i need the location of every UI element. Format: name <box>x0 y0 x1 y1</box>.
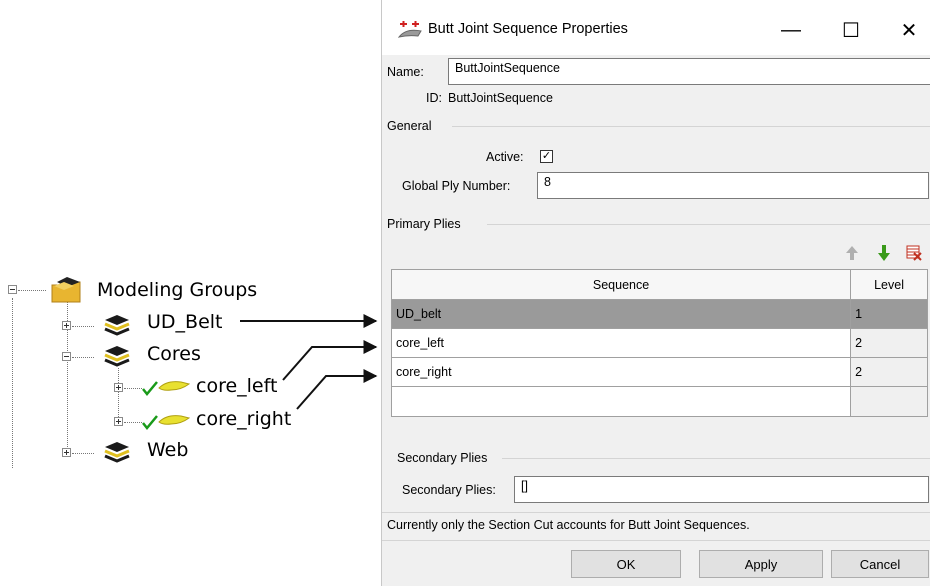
table-row[interactable]: UD_belt 1 <box>390 299 928 329</box>
section-divider <box>502 458 930 459</box>
move-up-icon[interactable] <box>845 245 859 261</box>
name-label: Name: <box>387 65 424 79</box>
move-down-icon[interactable] <box>877 244 891 262</box>
id-value: ButtJointSequence <box>448 91 553 105</box>
active-checkbox[interactable]: ✓ <box>540 150 553 163</box>
table-row[interactable] <box>390 386 928 417</box>
general-section-title: General <box>387 119 432 133</box>
primary-plies-title: Primary Plies <box>387 217 461 231</box>
secondary-plies-label: Secondary Plies: <box>402 483 496 497</box>
secondary-plies-title: Secondary Plies <box>397 451 488 465</box>
arrow-core-right <box>296 369 378 410</box>
sequence-cell[interactable]: UD_belt <box>390 299 852 329</box>
section-divider <box>382 540 930 541</box>
section-divider <box>452 126 930 127</box>
section-divider <box>487 224 930 225</box>
apply-button[interactable]: Apply <box>699 550 823 578</box>
minimize-button[interactable]: — <box>768 10 814 50</box>
title-bar[interactable]: Butt Joint Sequence Properties — ☐ ✕ <box>382 0 930 55</box>
primary-plies-table: Sequence Level UD_belt 1 core_left 2 cor… <box>390 269 928 417</box>
dialog-title: Butt Joint Sequence Properties <box>428 21 628 37</box>
close-button[interactable]: ✕ <box>886 10 930 50</box>
sequence-cell[interactable]: core_right <box>390 357 852 387</box>
level-cell[interactable] <box>850 386 928 417</box>
secondary-plies-field[interactable]: [] <box>514 476 929 503</box>
level-cell[interactable]: 1 <box>850 299 928 329</box>
active-label: Active: <box>486 150 524 164</box>
properties-dialog: Butt Joint Sequence Properties — ☐ ✕ Nam… <box>381 0 930 586</box>
global-ply-label: Global Ply Number: <box>402 179 511 193</box>
id-label: ID: <box>426 91 442 105</box>
sequence-cell[interactable] <box>390 386 852 417</box>
info-text: Currently only the Section Cut accounts … <box>387 518 750 532</box>
section-divider <box>382 512 930 513</box>
table-row[interactable]: core_left 2 <box>390 328 928 358</box>
name-field[interactable]: ButtJointSequence <box>448 58 930 85</box>
column-header-sequence[interactable]: Sequence <box>390 269 852 300</box>
cancel-button[interactable]: Cancel <box>831 550 929 578</box>
butt-joint-icon <box>398 21 422 38</box>
table-row[interactable]: core_right 2 <box>390 357 928 387</box>
global-ply-field[interactable]: 8 <box>537 172 929 199</box>
table-header-row: Sequence Level <box>390 269 928 300</box>
level-cell[interactable]: 2 <box>850 357 928 387</box>
column-header-level[interactable]: Level <box>850 269 928 300</box>
ok-button[interactable]: OK <box>571 550 681 578</box>
sequence-cell[interactable]: core_left <box>390 328 852 358</box>
maximize-button[interactable]: ☐ <box>828 10 874 50</box>
delete-row-icon[interactable] <box>906 245 922 261</box>
level-cell[interactable]: 2 <box>850 328 928 358</box>
